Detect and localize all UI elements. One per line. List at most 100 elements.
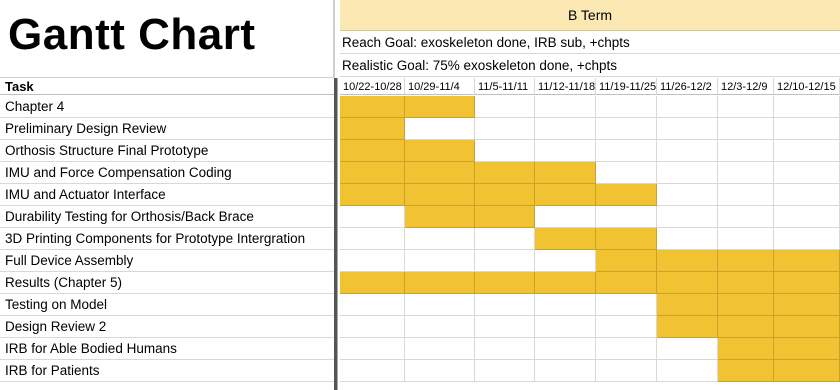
gantt-bar-cell[interactable] (657, 294, 718, 316)
gantt-empty-cell[interactable] (340, 294, 405, 316)
gantt-empty-cell[interactable] (535, 316, 596, 338)
gantt-empty-cell[interactable] (340, 206, 405, 228)
gantt-bar-cell[interactable] (535, 162, 596, 184)
gantt-empty-cell[interactable] (718, 96, 774, 118)
gantt-bar-cell[interactable] (475, 206, 535, 228)
gantt-empty-cell[interactable] (774, 96, 840, 118)
gantt-empty-cell[interactable] (774, 228, 840, 250)
gantt-empty-cell[interactable] (718, 184, 774, 206)
gantt-empty-cell[interactable] (596, 338, 657, 360)
gantt-bar-cell[interactable] (718, 250, 774, 272)
gantt-bar-cell[interactable] (475, 162, 535, 184)
gantt-empty-cell[interactable] (657, 360, 718, 382)
gantt-bar-cell[interactable] (774, 338, 840, 360)
gantt-empty-cell[interactable] (405, 228, 475, 250)
freeze-divider[interactable] (334, 78, 340, 390)
gantt-empty-cell[interactable] (475, 250, 535, 272)
gantt-bar-cell[interactable] (657, 250, 718, 272)
gantt-bar-cell[interactable] (340, 272, 405, 294)
gantt-empty-cell[interactable] (774, 206, 840, 228)
gantt-empty-cell[interactable] (774, 140, 840, 162)
gantt-empty-cell[interactable] (718, 162, 774, 184)
gantt-bar-cell[interactable] (657, 316, 718, 338)
week-header[interactable]: 12/3-12/9 (718, 78, 774, 95)
task-name-cell[interactable]: 3D Printing Components for Prototype Int… (0, 228, 334, 250)
gantt-empty-cell[interactable] (405, 294, 475, 316)
gantt-bar-cell[interactable] (596, 272, 657, 294)
task-name-cell[interactable]: Preliminary Design Review (0, 118, 334, 140)
gantt-empty-cell[interactable] (535, 118, 596, 140)
gantt-bar-cell[interactable] (718, 272, 774, 294)
gantt-bar-cell[interactable] (718, 360, 774, 382)
gantt-empty-cell[interactable] (475, 118, 535, 140)
gantt-empty-cell[interactable] (657, 96, 718, 118)
gantt-bar-cell[interactable] (405, 206, 475, 228)
gantt-empty-cell[interactable] (535, 96, 596, 118)
week-header[interactable]: 10/22-10/28 (340, 78, 405, 95)
gantt-empty-cell[interactable] (657, 206, 718, 228)
gantt-empty-cell[interactable] (657, 118, 718, 140)
task-name-cell[interactable]: IMU and Force Compensation Coding (0, 162, 334, 184)
gantt-empty-cell[interactable] (774, 162, 840, 184)
gantt-empty-cell[interactable] (718, 118, 774, 140)
gantt-empty-cell[interactable] (340, 360, 405, 382)
gantt-bar-cell[interactable] (405, 96, 475, 118)
gantt-bar-cell[interactable] (340, 184, 405, 206)
task-name-cell[interactable]: IRB for Able Bodied Humans (0, 338, 334, 360)
gantt-bar-cell[interactable] (340, 96, 405, 118)
task-column-header[interactable]: Task (0, 78, 334, 95)
gantt-bar-cell[interactable] (405, 162, 475, 184)
task-name-cell[interactable]: Testing on Model (0, 294, 334, 316)
gantt-empty-cell[interactable] (340, 316, 405, 338)
realistic-goal-cell[interactable]: Realistic Goal: 75% exoskeleton done, +c… (340, 54, 840, 77)
gantt-empty-cell[interactable] (657, 162, 718, 184)
gantt-empty-cell[interactable] (774, 118, 840, 140)
gantt-bar-cell[interactable] (657, 272, 718, 294)
gantt-bar-cell[interactable] (535, 272, 596, 294)
gantt-bar-cell[interactable] (596, 184, 657, 206)
gantt-empty-cell[interactable] (405, 338, 475, 360)
gantt-empty-cell[interactable] (774, 184, 840, 206)
gantt-empty-cell[interactable] (718, 206, 774, 228)
task-name-cell[interactable]: IRB for Patients (0, 360, 334, 382)
gantt-bar-cell[interactable] (475, 184, 535, 206)
gantt-empty-cell[interactable] (535, 294, 596, 316)
term-header-cell[interactable]: B Term (340, 0, 840, 31)
gantt-bar-cell[interactable] (718, 294, 774, 316)
gantt-bar-cell[interactable] (718, 316, 774, 338)
gantt-empty-cell[interactable] (475, 360, 535, 382)
gantt-empty-cell[interactable] (340, 338, 405, 360)
gantt-empty-cell[interactable] (596, 360, 657, 382)
gantt-empty-cell[interactable] (475, 316, 535, 338)
gantt-empty-cell[interactable] (657, 228, 718, 250)
gantt-empty-cell[interactable] (535, 360, 596, 382)
gantt-empty-cell[interactable] (535, 250, 596, 272)
gantt-empty-cell[interactable] (405, 250, 475, 272)
reach-goal-cell[interactable]: Reach Goal: exoskeleton done, IRB sub, +… (340, 31, 840, 54)
gantt-empty-cell[interactable] (596, 162, 657, 184)
task-name-cell[interactable]: Orthosis Structure Final Prototype (0, 140, 334, 162)
gantt-empty-cell[interactable] (657, 338, 718, 360)
week-header[interactable]: 12/10-12/15 (774, 78, 840, 95)
gantt-empty-cell[interactable] (340, 228, 405, 250)
gantt-bar-cell[interactable] (774, 272, 840, 294)
gantt-bar-cell[interactable] (535, 228, 596, 250)
task-name-cell[interactable]: Durability Testing for Orthosis/Back Bra… (0, 206, 334, 228)
gantt-bar-cell[interactable] (475, 272, 535, 294)
gantt-bar-cell[interactable] (774, 250, 840, 272)
gantt-empty-cell[interactable] (405, 118, 475, 140)
gantt-bar-cell[interactable] (774, 316, 840, 338)
gantt-empty-cell[interactable] (475, 338, 535, 360)
gantt-bar-cell[interactable] (774, 360, 840, 382)
gantt-empty-cell[interactable] (718, 228, 774, 250)
gantt-bar-cell[interactable] (596, 250, 657, 272)
week-header[interactable]: 11/19-11/25 (596, 78, 657, 95)
gantt-bar-cell[interactable] (340, 140, 405, 162)
gantt-empty-cell[interactable] (596, 96, 657, 118)
gantt-empty-cell[interactable] (535, 140, 596, 162)
task-name-cell[interactable]: IMU and Actuator Interface (0, 184, 334, 206)
task-name-cell[interactable]: Design Review 2 (0, 316, 334, 338)
task-name-cell[interactable]: Results (Chapter 5) (0, 272, 334, 294)
gantt-empty-cell[interactable] (475, 294, 535, 316)
gantt-bar-cell[interactable] (340, 118, 405, 140)
